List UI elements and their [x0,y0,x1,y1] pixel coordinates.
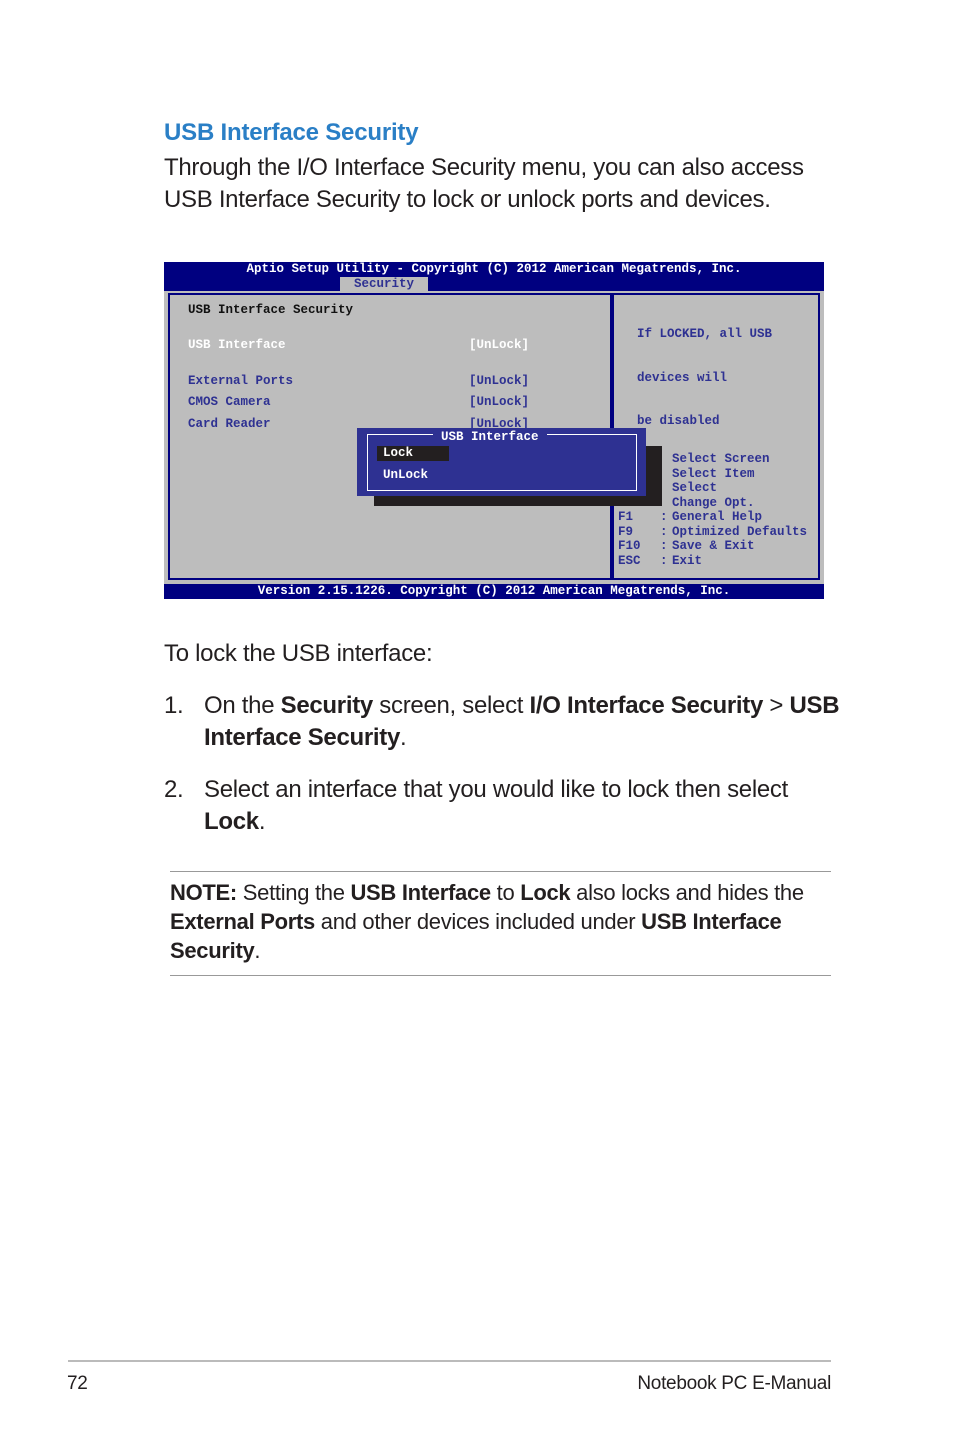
section-heading: USB Interface Security [164,119,419,146]
bios-value[interactable]: [UnLock] [469,395,529,409]
step-1: On the Security screen, select I/O Inter… [204,692,840,751]
popup-usb-interface: USB Interface Lock UnLock [357,428,646,496]
bios-footer: Version 2.15.1226. Copyright (C) 2012 Am… [164,584,824,599]
bios-item-card-reader[interactable]: Card Reader [188,417,271,431]
intro-paragraph: Through the I/O Interface Security menu,… [164,152,804,216]
intro-line: USB Interface Security to lock or unlock… [164,186,771,213]
bios-value[interactable]: [UnLock] [469,374,529,388]
key-name: ESC [618,553,641,568]
bios-key-row: F9: Optimized Defaults [618,525,807,540]
bios-key-row: F1: General Help [618,510,807,525]
key-separator: : [660,539,676,553]
bios-title-bar: Aptio Setup Utility - Copyright (C) 2012… [164,262,824,291]
help-line: be disabled [637,414,720,428]
page-number: 72 [67,1373,88,1394]
bios-item-external-ports[interactable]: External Ports [188,374,293,388]
key-name: F1 [618,510,634,524]
note: NOTE: Setting the USB Interface to Lock … [170,880,804,963]
bios-screenshot: Aptio Setup Utility - Copyright (C) 2012… [164,262,824,599]
bios-item-cmos-camera[interactable]: CMOS Camera [188,395,271,409]
help-line: If LOCKED, all USB [637,327,773,341]
manual-page: USB Interface Security Through the I/O I… [0,0,954,1438]
manual-title: Notebook PC E-Manual [637,1373,831,1394]
key-description: Save & Exit [672,539,755,553]
bios-key-row: ESC: Exit [618,554,807,569]
note-divider-bottom [170,975,831,976]
key-description: Select Item [672,466,755,481]
bios-title: Aptio Setup Utility - Copyright (C) 2012… [246,262,742,276]
key-separator: : [660,553,676,568]
step-2: Select an interface that you would like … [204,776,788,835]
key-description: Optimized Defaults [672,524,808,539]
popup-option-lock[interactable]: Lock [377,446,449,461]
key-name: F9 [618,524,634,539]
key-description: Change Opt. [672,495,755,510]
key-name: F10 [618,539,641,553]
key-description: Exit [672,553,703,568]
note-divider-top [170,871,831,872]
tab-security[interactable]: Security [340,277,428,291]
help-line: devices will [637,370,728,385]
key-separator: : [660,510,676,524]
lock-intro: To lock the USB interface: [164,640,433,667]
bios-value[interactable]: [UnLock] [469,338,529,352]
step-number: 2. [164,776,184,803]
key-description: Select Screen [672,452,770,466]
bios-help-text: If LOCKED, all USB devices will be disab… [637,298,772,458]
footer-rule [68,1360,831,1362]
step-number: 1. [164,692,184,719]
key-separator: : [660,524,676,539]
key-description: General Help [672,510,763,524]
popup-title: USB Interface [433,430,547,444]
bios-key-row: F10: Save & Exit [618,539,807,554]
popup-option-unlock[interactable]: UnLock [383,468,428,482]
key-description: Select [672,481,718,495]
intro-line: Through the I/O Interface Security menu,… [164,154,804,181]
bios-item-usb-interface[interactable]: USB Interface [188,338,286,352]
bios-section-title: USB Interface Security [188,303,354,317]
